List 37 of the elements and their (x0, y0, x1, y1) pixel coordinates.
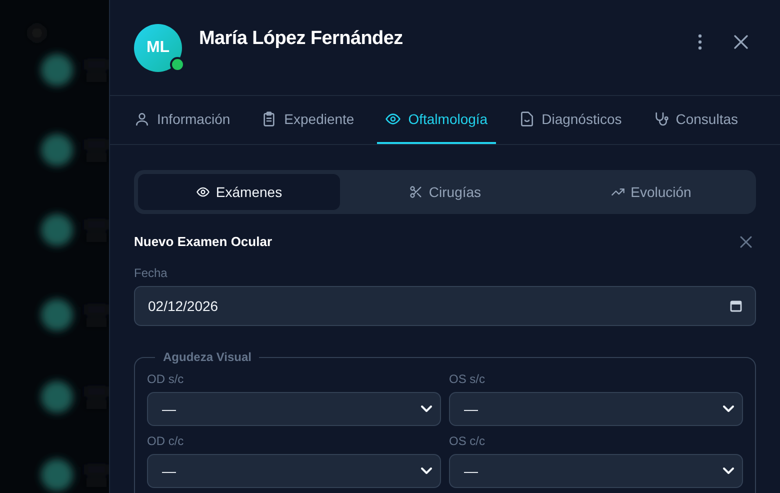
subtab[interactable]: Evolución (550, 174, 752, 210)
field-label: OS s/c (449, 372, 486, 386)
close-icon[interactable] (734, 35, 748, 49)
tab[interactable]: Consultas (644, 96, 746, 144)
tab[interactable]: Oftalmología (377, 96, 496, 144)
user-icon (134, 111, 150, 127)
tab[interactable]: Diagnósticos (510, 96, 630, 144)
select-field[interactable]: — (449, 454, 743, 488)
scissors-icon (408, 185, 423, 199)
patient-name: María López Fernández (199, 28, 403, 50)
chevron-down-icon (723, 468, 734, 474)
select-field[interactable]: — (147, 392, 441, 426)
eye-icon (196, 185, 210, 199)
field-label: OS c/c (449, 434, 486, 448)
chevron-down-icon (421, 406, 432, 412)
chevron-down-icon (421, 468, 432, 474)
document-icon (518, 111, 535, 127)
avatar: ML (134, 24, 182, 72)
field-label: OD c/c (147, 434, 185, 448)
date-field[interactable]: 02/12/2026 (134, 286, 756, 326)
tab[interactable]: Expediente (253, 96, 362, 144)
close-icon[interactable] (740, 236, 752, 248)
eye-icon (385, 111, 402, 127)
clipboard-icon (261, 111, 278, 127)
field-label: Fecha (134, 266, 168, 280)
calendar-icon[interactable] (730, 300, 742, 312)
stethoscope-icon (652, 111, 669, 127)
group-legend: Agudeza Visual (155, 350, 260, 364)
subtab[interactable]: Cirugías (344, 174, 546, 210)
subtab[interactable]: Exámenes (138, 174, 340, 210)
form-title: Nuevo Examen Ocular (134, 234, 272, 249)
tab[interactable]: Información (126, 96, 238, 144)
select-field[interactable]: — (449, 392, 743, 426)
chevron-down-icon (723, 406, 734, 412)
field-label: OD s/c (147, 372, 185, 386)
select-field[interactable]: — (147, 454, 441, 488)
more-options-icon[interactable] (698, 34, 702, 50)
